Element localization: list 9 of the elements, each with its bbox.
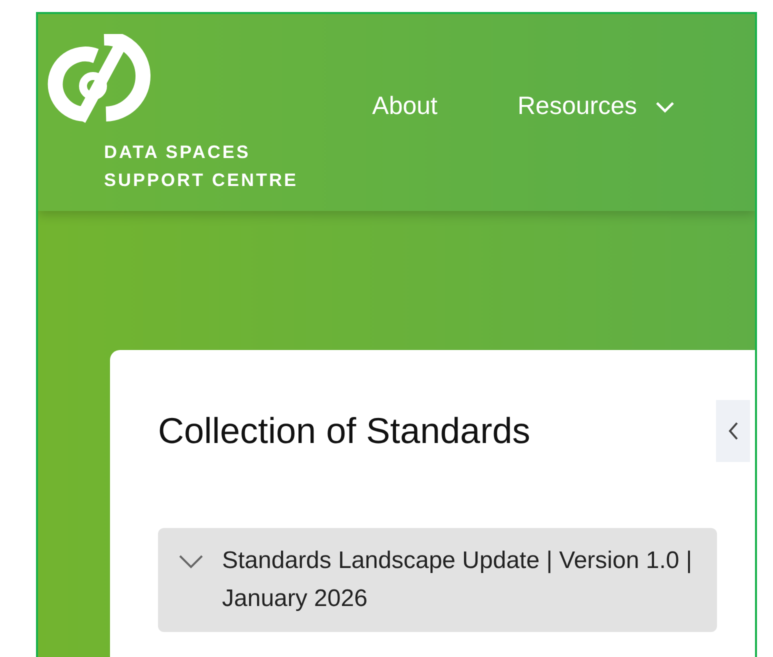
nav-dropdown[interactable]: Resources [518,92,675,121]
nav-link[interactable]: About [372,92,438,121]
collapse-button[interactable] [716,400,750,462]
chevron-down-icon [655,100,675,112]
card-title: Collection of Standards [158,410,530,452]
chevron-left-icon [727,421,739,441]
logo-text: DATA SPACES SUPPORT CENTRE [104,141,300,192]
accordion-header[interactable]: Standards Landscape Update | Version 1.0 | January 2026 [158,528,717,632]
chevron-down-icon [178,554,204,570]
